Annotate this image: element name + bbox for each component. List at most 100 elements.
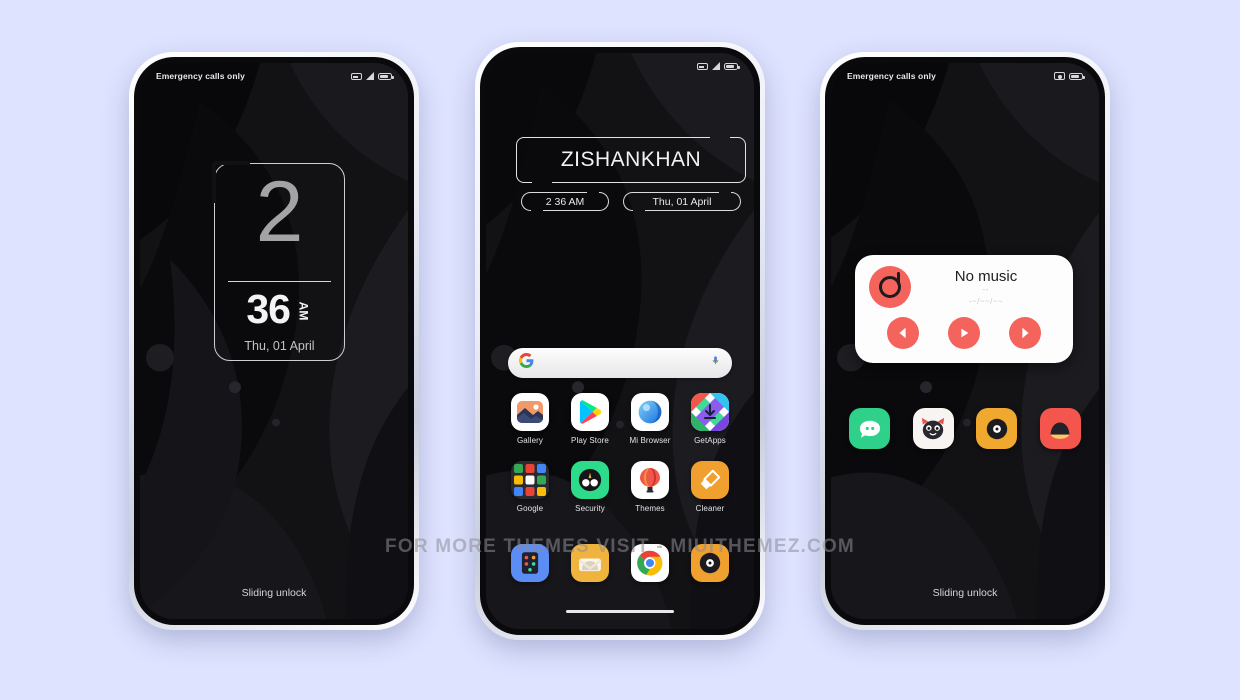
dock-item-messages[interactable] xyxy=(560,544,620,587)
clock-hour: 2 xyxy=(255,164,304,260)
phone-homescreen: ZISHANKHAN 2 36 AM Thu, 01 April Gallery… xyxy=(475,42,765,640)
google-search-bar[interactable] xyxy=(508,348,732,378)
music-metadata: No music -- -~/~~/~~ xyxy=(911,268,1059,306)
bracket-right xyxy=(730,137,746,183)
app-label: Google xyxy=(516,504,544,513)
chrome-icon xyxy=(631,544,669,582)
app-grid: Gallery Play Store Mi Browser GetApps Go… xyxy=(500,393,740,529)
google-g-icon xyxy=(519,353,534,373)
name-widget-subrow: 2 36 AM Thu, 01 April xyxy=(516,192,746,211)
app-label: Mi Browser xyxy=(629,436,671,445)
status-bar-music: Emergency calls only xyxy=(831,63,1099,89)
music-widget-header: No music -- -~/~~/~~ xyxy=(855,255,1073,308)
music-circle-icon[interactable] xyxy=(976,408,1018,449)
app-label: GetApps xyxy=(694,436,726,445)
music-title: No music xyxy=(954,268,1018,285)
gesture-bar[interactable] xyxy=(566,610,674,613)
user-name-label: ZISHANKHAN xyxy=(560,148,702,171)
clock-meridiem: AM xyxy=(296,301,311,321)
app-cleaner[interactable]: Cleaner xyxy=(680,461,740,513)
battery-icon xyxy=(1069,72,1085,80)
screen-music: Emergency calls only No music -- -~/~~/~… xyxy=(831,63,1099,619)
app-play-store[interactable]: Play Store xyxy=(560,393,620,445)
app-themes[interactable]: Themes xyxy=(620,461,680,513)
phone-bezel: Emergency calls only No music -- -~/~~/~… xyxy=(825,57,1105,625)
clock-frame-notch-top xyxy=(214,161,250,165)
chat-bubble-icon[interactable] xyxy=(849,408,890,449)
app-label: Gallery xyxy=(516,436,544,445)
status-icons xyxy=(1054,72,1085,80)
app-security[interactable]: Security xyxy=(560,461,620,513)
screenshot-canvas: Emergency calls only 2 36 AM Thu, 01 Apr… xyxy=(0,0,1240,700)
play-button[interactable] xyxy=(947,317,980,349)
messages-icon xyxy=(571,544,609,582)
music-waveform: -~/~~/~~ xyxy=(968,297,1004,306)
app-row: Gallery Play Store Mi Browser GetApps xyxy=(500,393,740,445)
phone-music-screen: Emergency calls only No music -- -~/~~/~… xyxy=(820,52,1110,630)
app-label: Cleaner xyxy=(695,504,725,513)
next-button[interactable] xyxy=(1008,317,1041,349)
screen-homescreen: ZISHANKHAN 2 36 AM Thu, 01 April Gallery… xyxy=(486,53,754,629)
dock-item-music[interactable] xyxy=(680,544,740,587)
app-mi-browser[interactable]: Mi Browser xyxy=(620,393,680,445)
date-pill: Thu, 01 April xyxy=(623,192,741,211)
music-widget: No music -- -~/~~/~~ xyxy=(855,255,1073,363)
cleaner-icon xyxy=(691,461,729,499)
camera-icon xyxy=(1054,72,1065,80)
bracket-bar-bottom xyxy=(552,181,732,183)
bracket-left xyxy=(623,192,633,211)
app-getapps[interactable]: GetApps xyxy=(680,393,740,445)
cat-face-icon[interactable] xyxy=(912,408,954,449)
sim-icon xyxy=(351,72,362,80)
phone-bezel: Emergency calls only 2 36 AM Thu, 01 Apr… xyxy=(134,57,414,625)
time-label: 2 36 AM xyxy=(545,195,585,208)
dock xyxy=(500,544,740,587)
google-folder-icon xyxy=(511,461,549,499)
gallery-icon xyxy=(511,393,549,431)
phone-dialer-icon xyxy=(511,544,549,582)
bracket-bar-top xyxy=(530,192,587,194)
carrier-label: Emergency calls only xyxy=(847,71,936,81)
app-row: Google Security Themes Cleaner xyxy=(500,461,740,513)
music-screen-app-row xyxy=(849,408,1081,449)
music-player-icon xyxy=(691,544,729,582)
bracket-bar-top xyxy=(632,192,719,194)
phone-bezel: ZISHANKHAN 2 36 AM Thu, 01 April Gallery… xyxy=(480,47,760,635)
time-pill: 2 36 AM xyxy=(521,192,609,211)
bracket-bar-bottom xyxy=(543,209,600,211)
bracket-left xyxy=(521,192,531,211)
clock-minute: 36 xyxy=(246,286,291,332)
status-bar-homescreen xyxy=(486,53,754,79)
clock-divider xyxy=(228,281,331,283)
sliding-unlock-hint[interactable]: Sliding unlock xyxy=(831,587,1099,599)
capsule-icon[interactable] xyxy=(1039,408,1081,449)
themes-icon xyxy=(631,461,669,499)
battery-icon xyxy=(378,72,394,80)
app-google-folder[interactable]: Google xyxy=(500,461,560,513)
name-widget: ZISHANKHAN 2 36 AM Thu, 01 April xyxy=(516,137,746,211)
signal-icon xyxy=(366,72,374,80)
status-icons xyxy=(697,62,740,70)
app-gallery[interactable]: Gallery xyxy=(500,393,560,445)
microphone-icon[interactable] xyxy=(710,353,721,373)
getapps-icon xyxy=(691,393,729,431)
bracket-right xyxy=(599,192,609,211)
disc-ring xyxy=(879,272,901,298)
app-label: Themes xyxy=(635,504,665,513)
dock-item-phone[interactable] xyxy=(500,544,560,587)
sim-icon xyxy=(697,62,708,70)
status-icons xyxy=(351,72,394,80)
bracket-left xyxy=(516,137,532,183)
app-label: Security xyxy=(575,504,605,513)
status-bar-lockscreen: Emergency calls only xyxy=(140,63,408,89)
lockscreen-clock-widget: 2 36 AM Thu, 01 April xyxy=(212,161,345,361)
screen-lockscreen: Emergency calls only 2 36 AM Thu, 01 Apr… xyxy=(140,63,408,619)
bracket-bar-bottom xyxy=(645,209,732,211)
app-label: Play Store xyxy=(571,436,609,445)
dock-item-chrome[interactable] xyxy=(620,544,680,587)
security-icon xyxy=(571,461,609,499)
sliding-unlock-hint[interactable]: Sliding unlock xyxy=(140,587,408,599)
previous-button[interactable] xyxy=(887,317,920,349)
battery-icon xyxy=(724,62,740,70)
date-label: Thu, 01 April xyxy=(652,195,712,208)
